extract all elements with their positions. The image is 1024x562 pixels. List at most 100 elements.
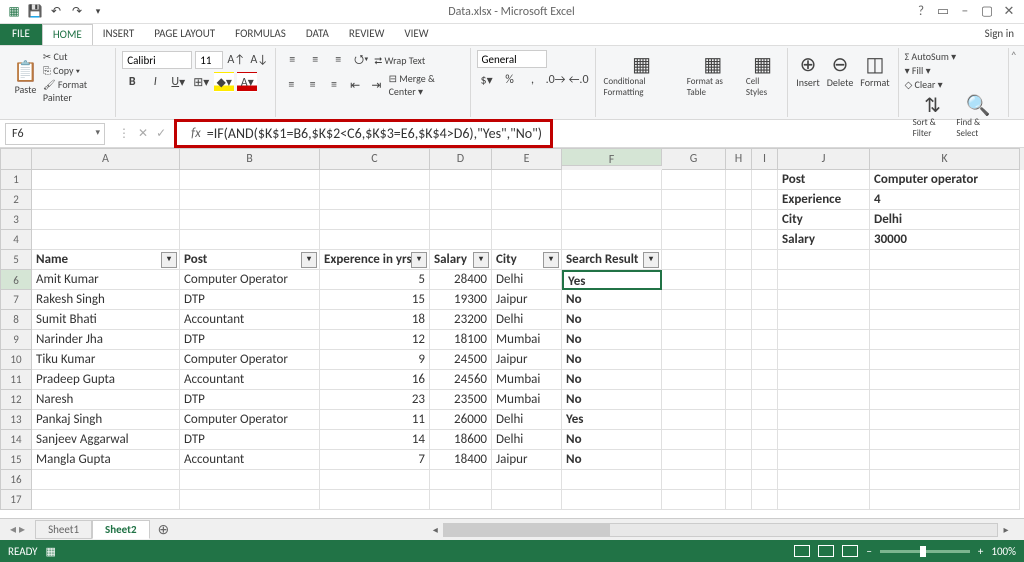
cell[interactable] — [32, 490, 180, 510]
row-header[interactable]: 16 — [0, 470, 32, 490]
cell[interactable] — [662, 350, 726, 370]
cell[interactable] — [320, 190, 430, 210]
cut-button[interactable]: ✂ Cut — [43, 50, 109, 63]
cell[interactable] — [180, 490, 320, 510]
cell[interactable] — [752, 290, 778, 310]
cell[interactable] — [492, 470, 562, 490]
font-name-select[interactable] — [122, 51, 192, 69]
cell[interactable] — [726, 190, 752, 210]
col-header-f[interactable]: F — [562, 148, 662, 166]
cell[interactable] — [752, 250, 778, 270]
horizontal-scrollbar[interactable]: ◂ ▸ — [427, 523, 1014, 537]
cell[interactable] — [778, 270, 870, 290]
cell[interactable]: Salary — [778, 230, 870, 250]
cell[interactable]: Naresh — [32, 390, 180, 410]
cell[interactable] — [752, 350, 778, 370]
cell[interactable]: 11 — [320, 410, 430, 430]
delete-button[interactable]: ⊖Delete — [825, 50, 856, 91]
cell[interactable]: No — [562, 330, 662, 350]
cell[interactable] — [180, 170, 320, 190]
cell[interactable] — [870, 390, 1020, 410]
cell[interactable]: City — [778, 210, 870, 230]
align-right-icon[interactable]: ≡ — [325, 75, 343, 95]
increase-font-icon[interactable]: A↑ — [226, 50, 246, 70]
cell[interactable]: 23 — [320, 390, 430, 410]
ribbon-options-icon[interactable]: ▭ — [933, 4, 953, 19]
cell[interactable]: 7 — [320, 450, 430, 470]
cell[interactable] — [32, 210, 180, 230]
cell[interactable]: Accountant — [180, 310, 320, 330]
cell[interactable]: 23500 — [430, 390, 492, 410]
comma-icon[interactable]: , — [523, 70, 543, 90]
cell[interactable]: 26000 — [430, 410, 492, 430]
cell[interactable] — [778, 450, 870, 470]
cell[interactable] — [662, 210, 726, 230]
cell[interactable]: Salary — [430, 250, 492, 270]
cell[interactable] — [662, 170, 726, 190]
paste-button[interactable]: 📋Paste — [11, 57, 40, 98]
undo-icon[interactable]: ↶ — [47, 3, 65, 21]
row-header[interactable]: 11 — [0, 370, 32, 390]
sheet-tab-1[interactable]: Sheet1 — [35, 520, 92, 539]
align-center-icon[interactable]: ≡ — [304, 75, 322, 95]
cell[interactable] — [726, 470, 752, 490]
copy-button[interactable]: ⎘ Copy ▾ — [43, 64, 109, 77]
cell[interactable]: Experence in yrs — [320, 250, 430, 270]
cell[interactable] — [492, 210, 562, 230]
cell[interactable]: 18600 — [430, 430, 492, 450]
col-header-a[interactable]: A — [32, 148, 180, 170]
worksheet-grid[interactable]: A B C D E F G H I J K 1 2 3 4 5 6 7 8 9 … — [0, 148, 1024, 518]
cell[interactable]: Rakesh Singh — [32, 290, 180, 310]
sheet-tab-2[interactable]: Sheet2 — [92, 520, 150, 539]
cell[interactable] — [870, 450, 1020, 470]
cell[interactable]: Amit Kumar — [32, 270, 180, 290]
cell[interactable]: Delhi — [870, 210, 1020, 230]
row-header[interactable]: 5 — [0, 250, 32, 270]
cell[interactable] — [430, 190, 492, 210]
sheet-nav-prev-icon[interactable]: ◂ — [10, 522, 16, 537]
row-header[interactable]: 2 — [0, 190, 32, 210]
find-select-button[interactable]: 🔍Find & Select — [954, 91, 1001, 141]
decrease-decimal-icon[interactable]: ←.0 — [569, 70, 589, 90]
cell[interactable]: City — [492, 250, 562, 270]
cell[interactable] — [726, 490, 752, 510]
format-as-table-button[interactable]: ▦Format as Table — [685, 50, 741, 100]
cell[interactable] — [430, 470, 492, 490]
cell[interactable]: Yes — [562, 270, 662, 290]
cell[interactable] — [778, 330, 870, 350]
cell[interactable] — [320, 210, 430, 230]
cell[interactable] — [870, 470, 1020, 490]
align-bottom-icon[interactable]: ≡ — [328, 50, 348, 70]
cell[interactable] — [562, 170, 662, 190]
cell[interactable]: 9 — [320, 350, 430, 370]
cell[interactable] — [752, 450, 778, 470]
format-painter-button[interactable]: 🖌 Format Painter — [43, 78, 109, 104]
row-header[interactable]: 1 — [0, 170, 32, 190]
cell[interactable]: DTP — [180, 430, 320, 450]
col-header-i[interactable]: I — [752, 148, 778, 170]
cell[interactable]: Post — [180, 250, 320, 270]
cell[interactable] — [430, 490, 492, 510]
cell[interactable]: No — [562, 430, 662, 450]
cell[interactable] — [320, 170, 430, 190]
cell[interactable] — [32, 230, 180, 250]
cell[interactable] — [752, 170, 778, 190]
cell[interactable] — [778, 410, 870, 430]
cell[interactable]: 18100 — [430, 330, 492, 350]
cell[interactable] — [662, 250, 726, 270]
cell[interactable]: No — [562, 350, 662, 370]
cell[interactable] — [870, 270, 1020, 290]
scroll-left-icon[interactable]: ◂ — [427, 523, 443, 536]
cell[interactable] — [778, 490, 870, 510]
row-header[interactable]: 3 — [0, 210, 32, 230]
cell[interactable] — [726, 170, 752, 190]
sort-filter-button[interactable]: ⇅Sort & Filter — [911, 91, 955, 141]
cell[interactable]: Mumbai — [492, 390, 562, 410]
zoom-out-icon[interactable]: − — [866, 545, 871, 558]
conditional-formatting-button[interactable]: ▦Conditional Formatting — [602, 50, 682, 100]
sheet-nav-next-icon[interactable]: ▸ — [19, 522, 25, 537]
cancel-formula-icon[interactable]: ✕ — [138, 126, 148, 141]
font-size-select[interactable] — [195, 51, 223, 69]
row-header[interactable]: 13 — [0, 410, 32, 430]
cell[interactable] — [726, 330, 752, 350]
